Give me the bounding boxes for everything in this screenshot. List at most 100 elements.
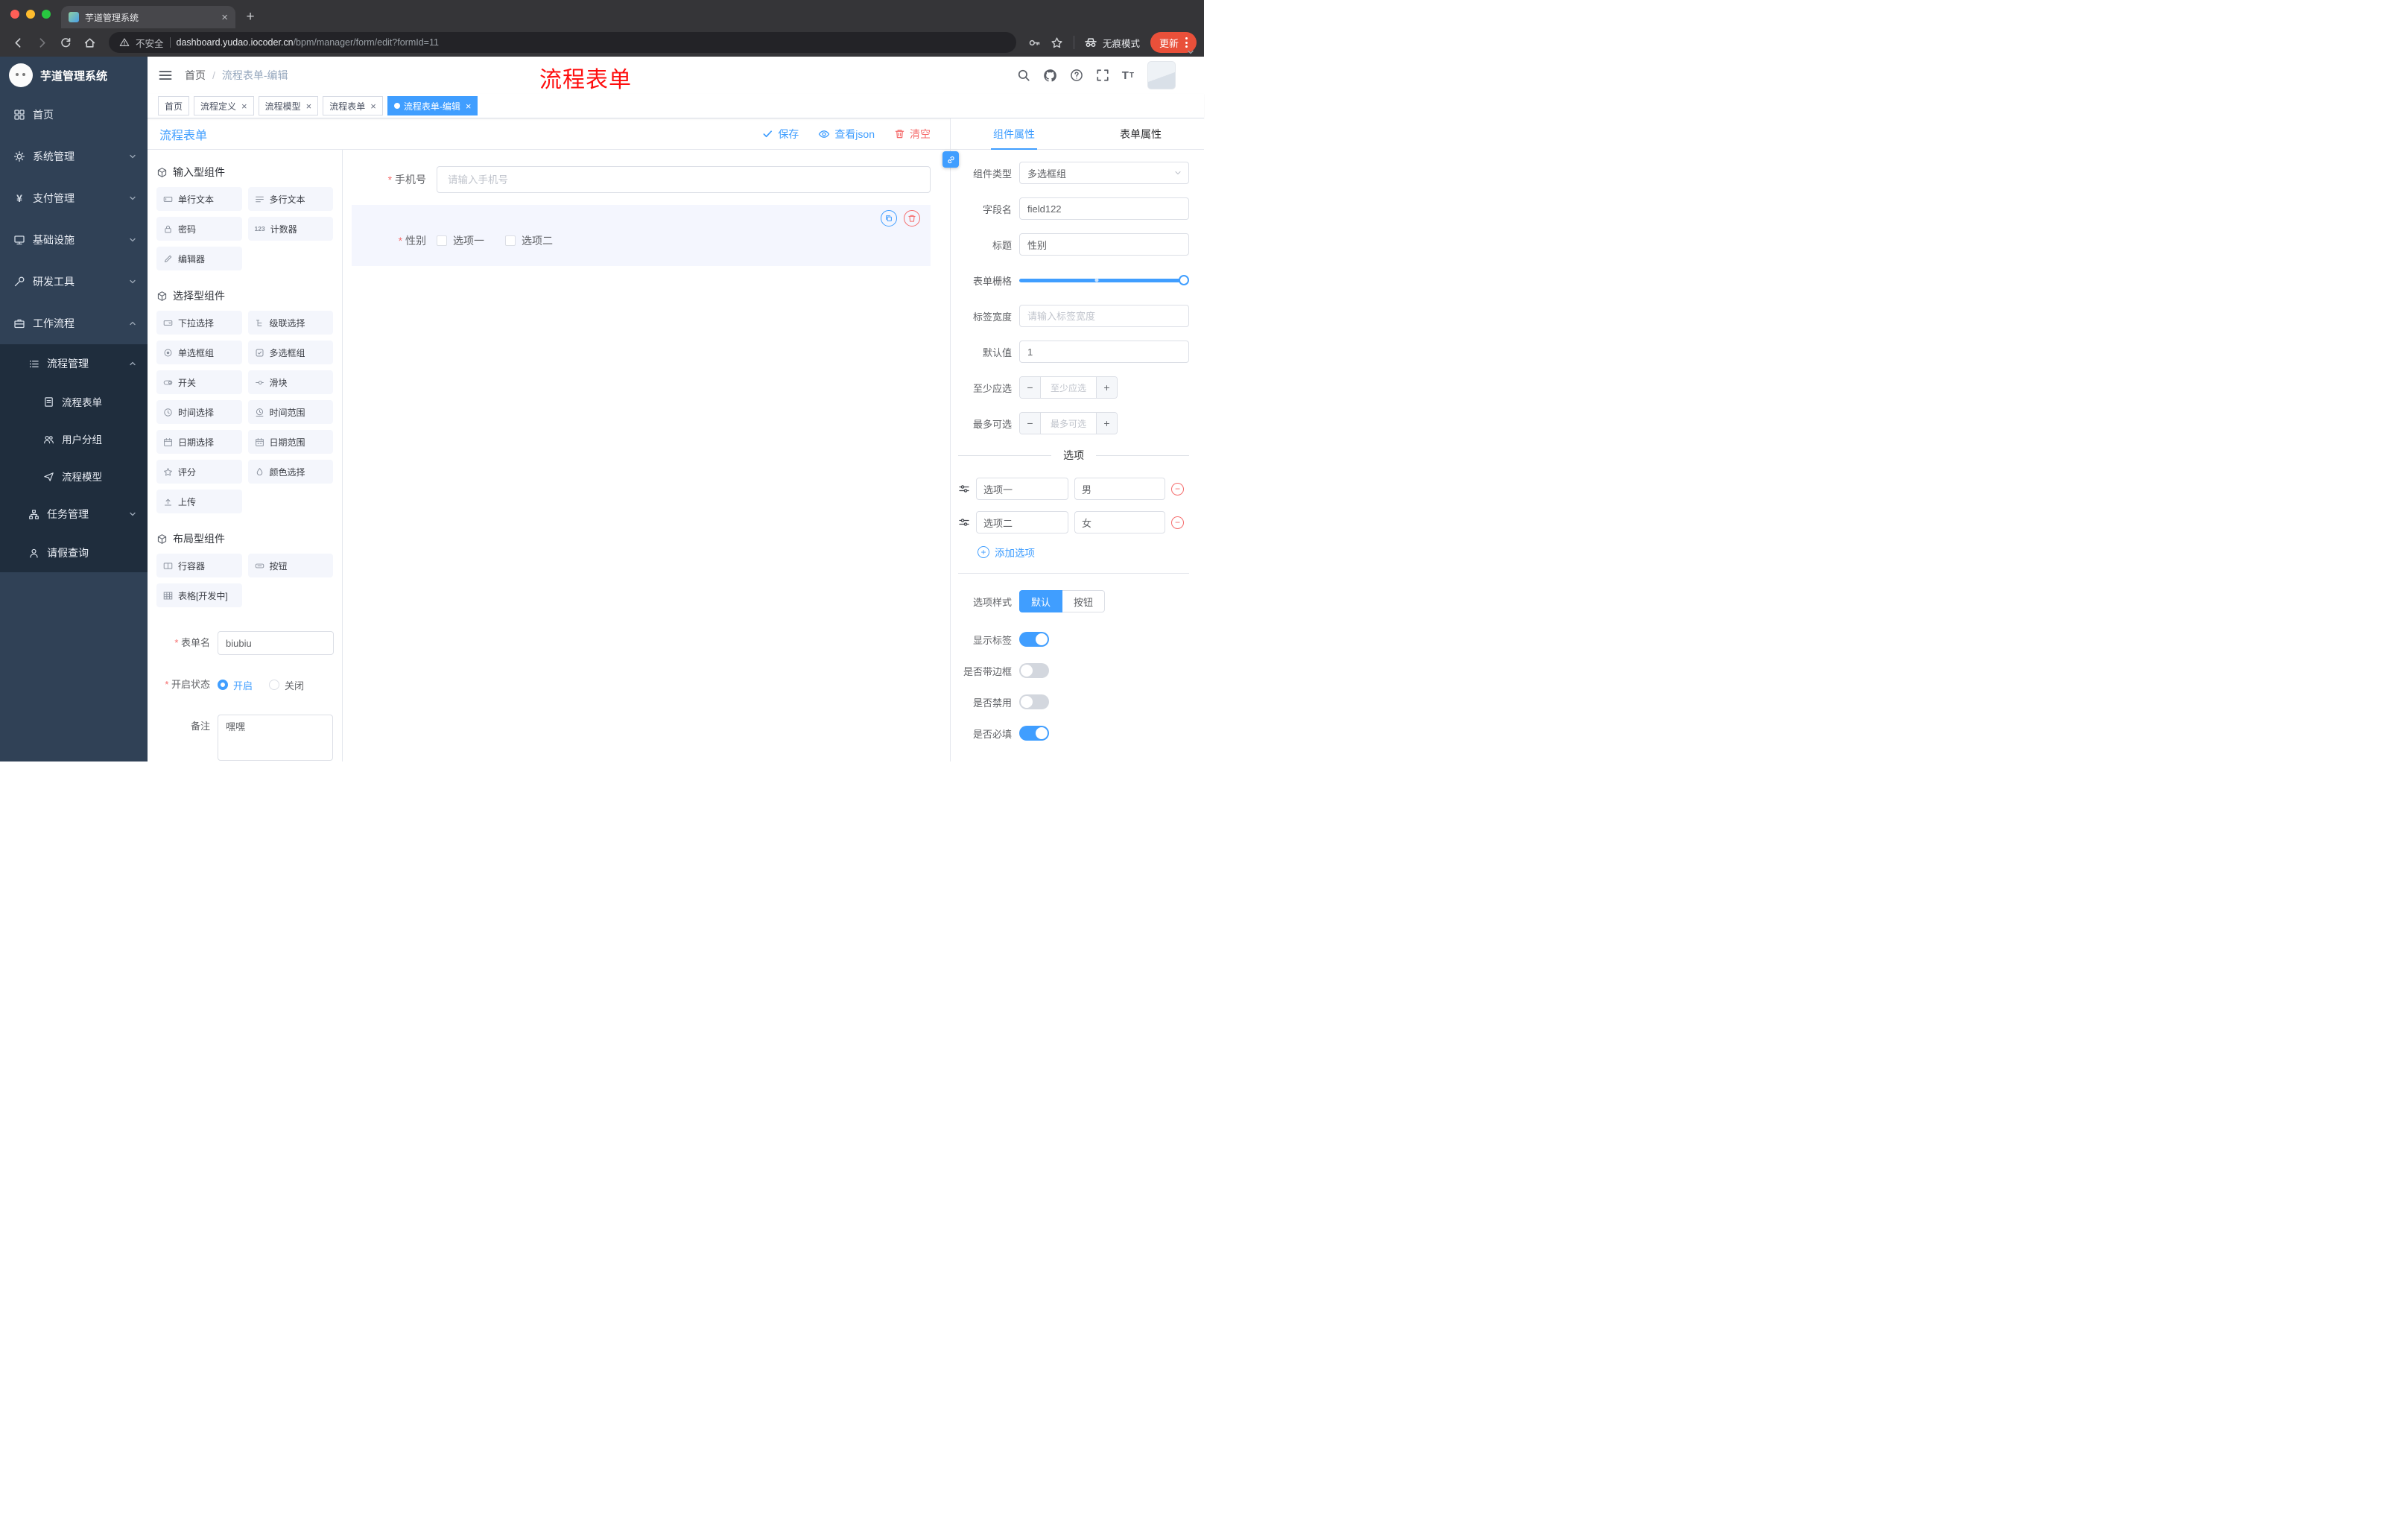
window-zoom-button[interactable] bbox=[42, 10, 51, 19]
min-select-value[interactable]: 至少应选 bbox=[1041, 377, 1096, 398]
sidebar-item-devtools[interactable]: 研发工具 bbox=[0, 261, 148, 303]
sidebar-item-infra[interactable]: 基础设施 bbox=[0, 219, 148, 261]
window-minimize-button[interactable] bbox=[26, 10, 35, 19]
reload-button[interactable] bbox=[55, 32, 76, 53]
tag-home[interactable]: 首页 bbox=[158, 96, 190, 115]
component-radio-group[interactable]: 单选框组 bbox=[156, 341, 242, 364]
phone-field-row[interactable]: 手机号 bbox=[352, 166, 931, 193]
component-cascader[interactable]: 级联选择 bbox=[247, 311, 333, 335]
tag-close-icon[interactable]: × bbox=[306, 101, 312, 111]
style-button-button[interactable]: 按钮 bbox=[1062, 590, 1106, 612]
view-json-button[interactable]: 查看json bbox=[818, 127, 875, 142]
tag-close-icon[interactable]: × bbox=[241, 101, 247, 111]
sidebar-item-process-mgmt[interactable]: 流程管理 bbox=[0, 344, 148, 383]
tab-form-props[interactable]: 表单属性 bbox=[1077, 118, 1204, 149]
field-name-input[interactable] bbox=[1019, 197, 1189, 220]
component-select[interactable]: 下拉选择 bbox=[156, 311, 242, 335]
title-input[interactable] bbox=[1019, 233, 1189, 256]
option-value-input[interactable] bbox=[1074, 478, 1165, 500]
form-remark-textarea[interactable]: 嘿嘿 bbox=[218, 715, 333, 761]
component-switch[interactable]: 开关 bbox=[156, 370, 242, 394]
bookmark-star-icon[interactable] bbox=[1048, 33, 1067, 52]
selected-gender-widget[interactable]: 性别 选项一 选项二 bbox=[352, 205, 931, 266]
browser-menu-icon[interactable] bbox=[1185, 37, 1188, 48]
component-rate[interactable]: 评分 bbox=[156, 460, 242, 484]
data-binding-link-icon[interactable] bbox=[942, 151, 959, 168]
help-icon[interactable] bbox=[1070, 69, 1083, 82]
tag-close-icon[interactable]: × bbox=[370, 101, 376, 111]
component-counter[interactable]: 123 计数器 bbox=[247, 217, 333, 241]
user-avatar[interactable] bbox=[1147, 61, 1176, 89]
tab-component-props[interactable]: 组件属性 bbox=[951, 118, 1077, 149]
decrease-button[interactable]: − bbox=[1020, 377, 1041, 398]
component-type-select[interactable]: 多选框组 bbox=[1019, 162, 1189, 184]
default-value-input[interactable] bbox=[1019, 341, 1189, 363]
component-checkbox-group[interactable]: 多选框组 bbox=[247, 341, 333, 364]
fullscreen-icon[interactable] bbox=[1096, 69, 1109, 82]
border-toggle[interactable] bbox=[1019, 663, 1049, 678]
label-width-input[interactable] bbox=[1019, 305, 1189, 327]
save-button[interactable]: 保存 bbox=[762, 127, 799, 142]
increase-button[interactable]: + bbox=[1096, 413, 1117, 434]
component-time-picker[interactable]: 时间选择 bbox=[156, 400, 242, 424]
remove-option-button[interactable]: − bbox=[1171, 482, 1184, 495]
component-slider[interactable]: 滑块 bbox=[247, 370, 333, 394]
home-button[interactable] bbox=[79, 32, 100, 53]
gender-field-row[interactable]: 性别 选项一 选项二 bbox=[352, 230, 931, 251]
component-password[interactable]: 密码 bbox=[156, 217, 242, 241]
increase-button[interactable]: + bbox=[1096, 377, 1117, 398]
tag-process-form-edit[interactable]: 流程表单-编辑 × bbox=[387, 96, 478, 115]
sidebar-item-system[interactable]: 系统管理 bbox=[0, 136, 148, 177]
security-warning-icon[interactable] bbox=[119, 37, 130, 48]
component-button[interactable]: 按钮 bbox=[247, 554, 333, 577]
form-name-input[interactable] bbox=[218, 631, 334, 655]
tag-process-model[interactable]: 流程模型 × bbox=[258, 96, 319, 115]
back-button[interactable] bbox=[7, 32, 28, 53]
option-label-input[interactable] bbox=[976, 511, 1068, 533]
sidebar-item-workflow[interactable]: 工作流程 bbox=[0, 303, 148, 344]
clear-button[interactable]: 清空 bbox=[894, 127, 931, 142]
component-row-container[interactable]: 行容器 bbox=[156, 554, 242, 577]
component-date-range[interactable]: 日期范围 bbox=[247, 430, 333, 454]
browser-tab[interactable]: 芋道管理系统 × bbox=[61, 6, 235, 28]
component-editor[interactable]: 编辑器 bbox=[156, 247, 242, 270]
address-bar[interactable]: 不安全 dashboard.yudao.iocoder.cn/bpm/manag… bbox=[109, 32, 1016, 53]
sidebar-logo[interactable]: 芋道管理系统 bbox=[0, 57, 148, 94]
decrease-button[interactable]: − bbox=[1020, 413, 1041, 434]
tag-close-icon[interactable]: × bbox=[466, 101, 472, 111]
component-textarea[interactable]: 多行文本 bbox=[247, 187, 333, 211]
add-option-button[interactable]: + 添加选项 bbox=[958, 545, 1189, 560]
sidebar-item-task-mgmt[interactable]: 任务管理 bbox=[0, 495, 148, 533]
status-on-radio[interactable]: 开启 bbox=[218, 678, 253, 692]
browser-dropdown-caret-icon[interactable] bbox=[1186, 48, 1195, 57]
new-tab-button[interactable]: + bbox=[240, 7, 261, 28]
remove-option-button[interactable]: − bbox=[1171, 516, 1184, 529]
max-select-value[interactable]: 最多可选 bbox=[1041, 413, 1096, 434]
option-label-input[interactable] bbox=[976, 478, 1068, 500]
window-close-button[interactable] bbox=[10, 10, 19, 19]
required-toggle[interactable] bbox=[1019, 726, 1049, 741]
sidebar-item-leave-query[interactable]: 请假查询 bbox=[0, 533, 148, 572]
drag-handle-icon[interactable] bbox=[958, 516, 970, 528]
show-label-toggle[interactable] bbox=[1019, 632, 1049, 647]
component-upload[interactable]: 上传 bbox=[156, 490, 242, 513]
slider-track[interactable] bbox=[1019, 275, 1189, 285]
tag-process-form[interactable]: 流程表单 × bbox=[323, 96, 383, 115]
tab-close-icon[interactable]: × bbox=[221, 12, 228, 23]
delete-widget-button[interactable] bbox=[904, 210, 920, 227]
github-icon[interactable] bbox=[1043, 69, 1057, 83]
style-default-button[interactable]: 默认 bbox=[1019, 590, 1063, 612]
component-date-picker[interactable]: 日期选择 bbox=[156, 430, 242, 454]
component-time-range[interactable]: 时间范围 bbox=[247, 400, 333, 424]
drag-handle-icon[interactable] bbox=[958, 483, 970, 495]
copy-widget-button[interactable] bbox=[881, 210, 897, 227]
gender-option1-checkbox[interactable]: 选项一 bbox=[437, 233, 484, 248]
phone-field-input[interactable] bbox=[437, 166, 931, 193]
sidebar-item-process-model[interactable]: 流程模型 bbox=[0, 457, 148, 495]
slider-handle[interactable] bbox=[1179, 275, 1189, 285]
forward-button[interactable] bbox=[31, 32, 52, 53]
status-off-radio[interactable]: 关闭 bbox=[269, 678, 304, 692]
form-grid-slider[interactable] bbox=[1019, 269, 1189, 291]
sidebar-collapse-icon[interactable] bbox=[158, 68, 173, 83]
search-icon[interactable] bbox=[1017, 69, 1030, 82]
